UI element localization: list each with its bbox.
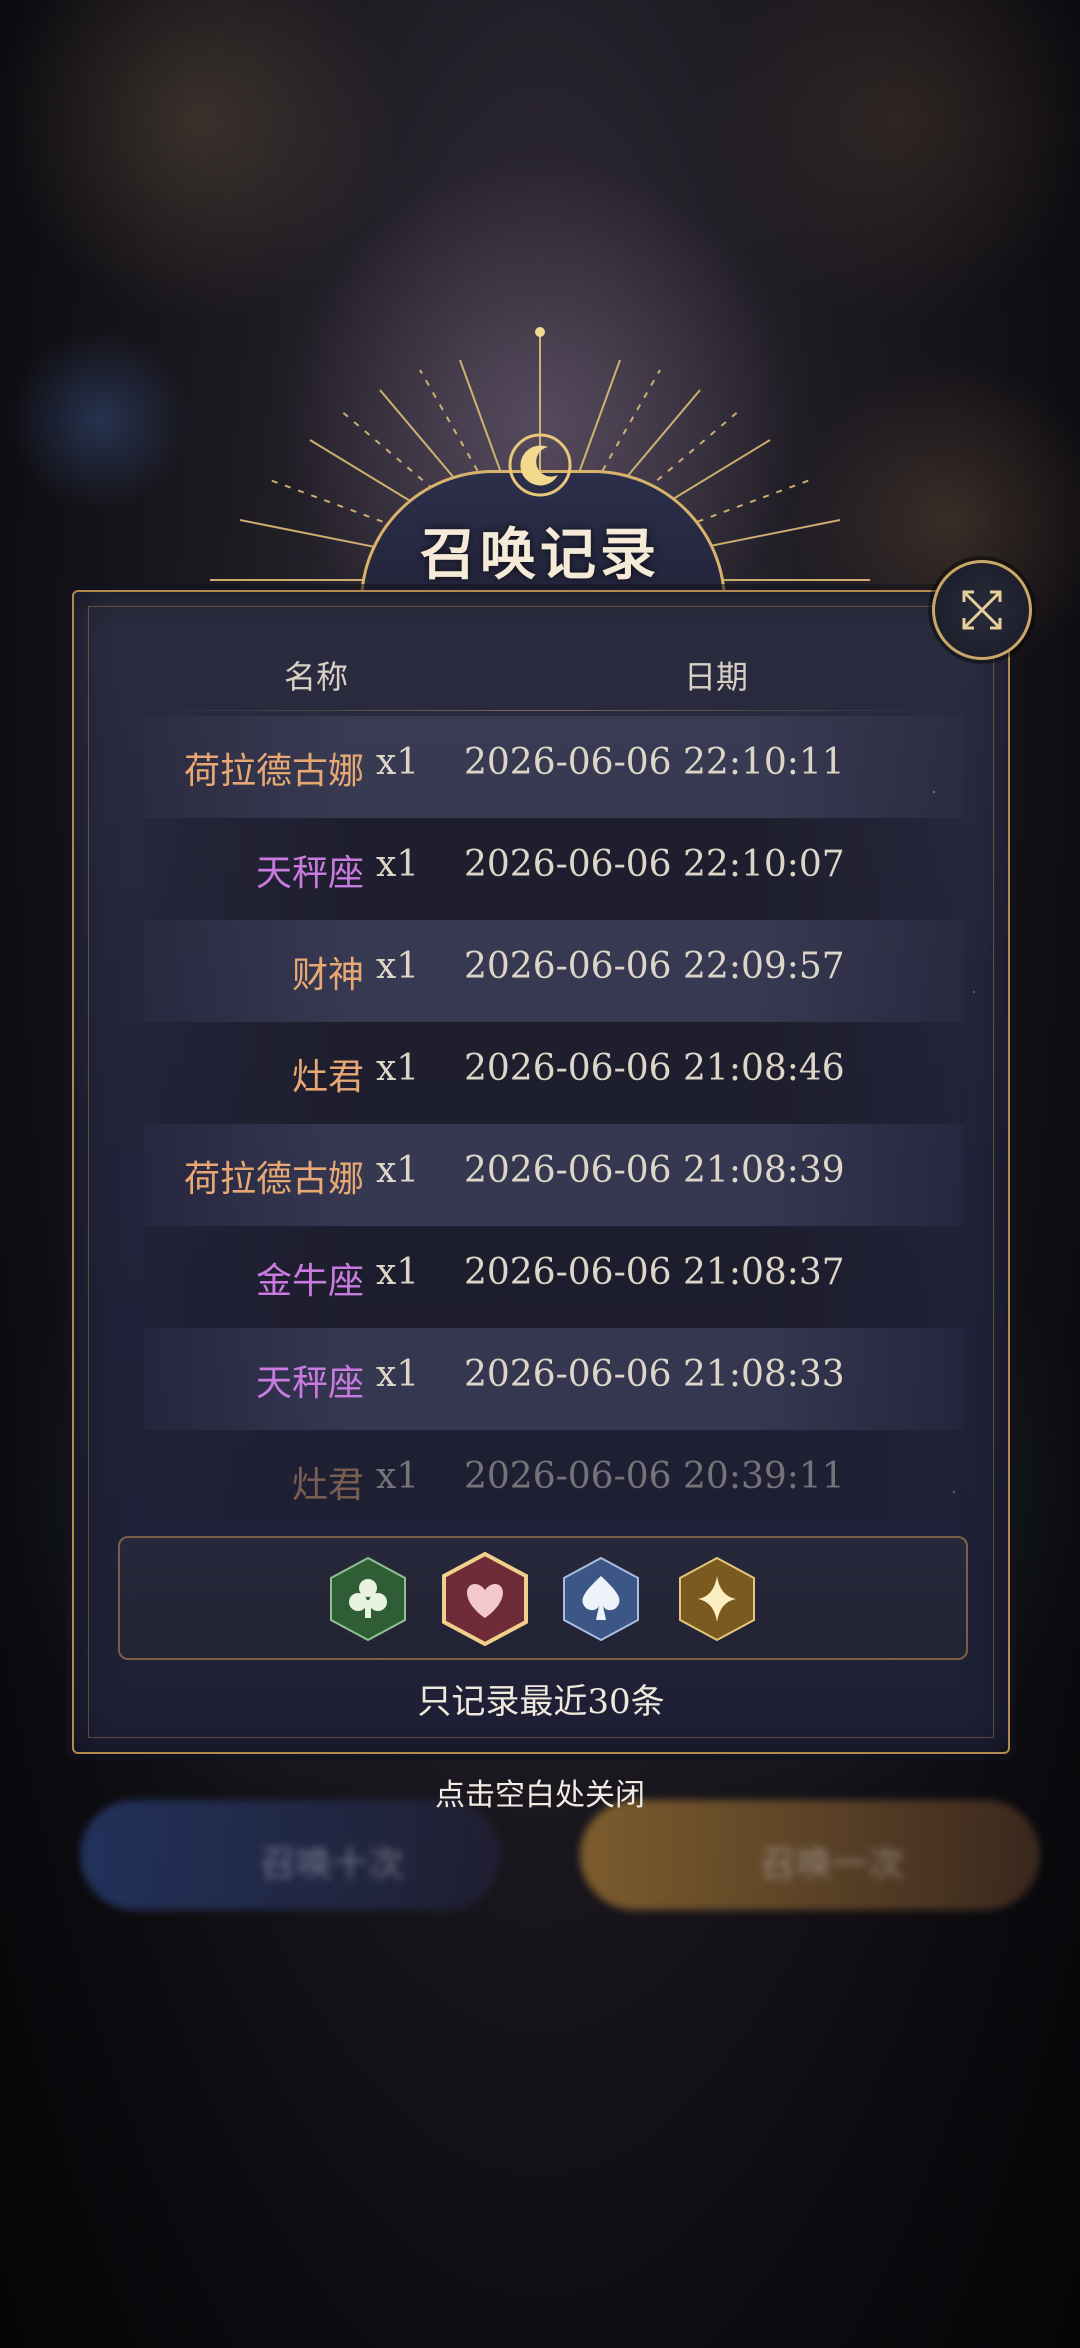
table-row: 财神 x1 2026-06-06 22:09:57 <box>144 920 964 1022</box>
record-qty: x1 <box>376 946 420 987</box>
record-date: 2026-06-06 22:10:11 <box>464 742 845 783</box>
table-row: 天秤座 x1 2026-06-06 22:10:07 <box>144 818 964 920</box>
record-qty: x1 <box>376 1252 420 1293</box>
record-qty: x1 <box>376 1354 420 1395</box>
close-icon <box>962 590 1002 630</box>
record-date: 2026-06-06 21:08:33 <box>464 1354 845 1395</box>
record-qty: x1 <box>376 1456 420 1497</box>
record-limit-note: 只记录最近30条 <box>417 1682 665 1722</box>
record-date: 2026-06-06 21:08:39 <box>464 1150 845 1191</box>
table-row: 灶君 x1 2026-06-06 21:08:46 <box>144 1022 964 1124</box>
spade-suit-icon[interactable] <box>562 1556 640 1642</box>
record-name: 天秤座 <box>255 1363 364 1404</box>
record-name: 荷拉德古娜 <box>183 1159 364 1200</box>
table-row: 灶君 x1 2026-06-06 20:39:11 <box>144 1430 964 1520</box>
background-summon-one-button: 召唤一次 <box>580 1800 1040 1910</box>
club-suit-icon[interactable] <box>329 1556 407 1642</box>
header-name: 名称 <box>284 658 349 696</box>
table-row: 金牛座 x1 2026-06-06 21:08:37 <box>144 1226 964 1328</box>
page-title: 召唤记录 <box>420 522 660 588</box>
record-name: 灶君 <box>291 1465 364 1506</box>
record-date: 2026-06-06 21:08:46 <box>464 1048 845 1089</box>
table-row: 天秤座 x1 2026-06-06 21:08:33 <box>144 1328 964 1430</box>
record-list[interactable]: 荷拉德古娜 x1 2026-06-06 22:10:11 天秤座 x1 2026… <box>144 716 964 1536</box>
summon-record-panel: 名称 日期 荷拉德古娜 x1 2026-06-06 22:10:11 天秤座 x… <box>72 590 1010 1754</box>
star-sparkle-icon[interactable] <box>678 1556 756 1642</box>
table-row: 荷拉德古娜 x1 2026-06-06 22:10:11 <box>144 716 964 818</box>
table-row: 荷拉德古娜 x1 2026-06-06 21:08:39 <box>144 1124 964 1226</box>
header-date: 日期 <box>684 658 749 696</box>
record-date: 2026-06-06 22:10:07 <box>464 844 845 885</box>
record-name: 金牛座 <box>255 1261 364 1302</box>
suit-filter-bar <box>118 1536 968 1660</box>
record-date: 2026-06-06 22:09:57 <box>464 946 845 987</box>
record-qty: x1 <box>376 1048 420 1089</box>
record-name: 天秤座 <box>255 853 364 894</box>
crescent-moon-icon <box>508 433 572 497</box>
record-name: 灶君 <box>291 1057 364 1098</box>
heart-suit-icon[interactable] <box>442 1552 528 1646</box>
table-header: 名称 日期 <box>74 652 1008 702</box>
record-date: 2026-06-06 21:08:37 <box>464 1252 845 1293</box>
header-divider <box>144 710 938 711</box>
tap-outside-to-close-hint[interactable]: 点击空白处关闭 <box>0 1770 1080 1814</box>
record-qty: x1 <box>376 742 420 783</box>
close-button[interactable] <box>932 560 1032 660</box>
record-date: 2026-06-06 20:39:11 <box>464 1456 845 1497</box>
record-qty: x1 <box>376 844 420 885</box>
record-name: 荷拉德古娜 <box>183 751 364 792</box>
record-name: 财神 <box>291 955 364 996</box>
record-qty: x1 <box>376 1150 420 1191</box>
background-summon-ten-button: 召唤十次 <box>80 1800 500 1910</box>
